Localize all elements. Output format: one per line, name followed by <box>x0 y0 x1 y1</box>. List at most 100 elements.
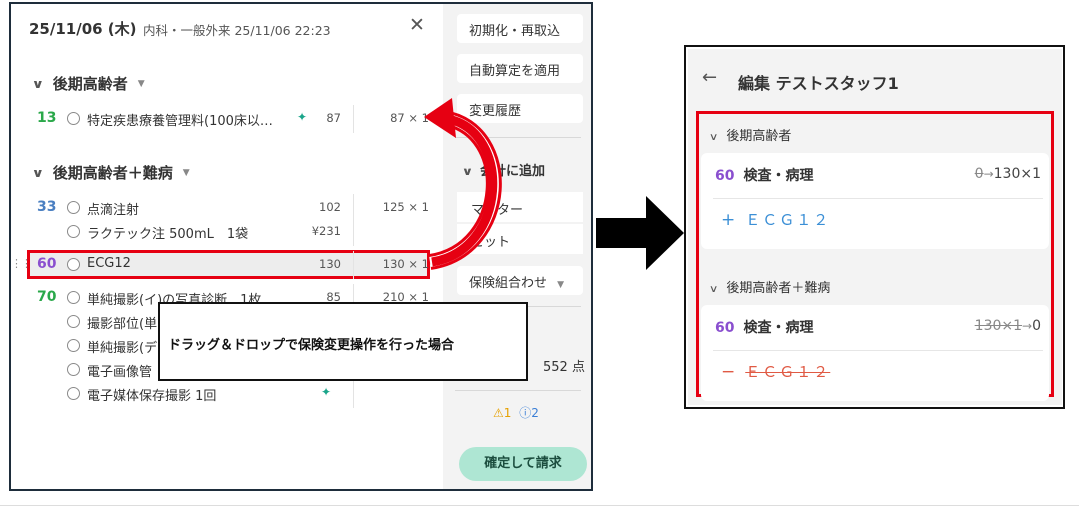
change-card: 60 検査・病理 0→130×1 + ＥＣＧ１２ <box>701 153 1049 249</box>
chevron-down-icon: ∨ <box>461 165 474 178</box>
alert-counts[interactable]: ⚠1 ⓘ2 <box>493 404 539 421</box>
column-divider <box>353 251 354 279</box>
info-icon: ⓘ <box>519 406 532 420</box>
row-radio[interactable] <box>67 315 80 328</box>
back-arrow-icon[interactable]: ← <box>702 67 717 88</box>
chevron-down-icon: ∨ <box>708 284 719 295</box>
warning-icon: ⚠ <box>493 406 504 420</box>
row-name: 電子媒体保存撮影 1回 <box>87 389 217 404</box>
old-value: 130×1 <box>974 318 1023 334</box>
caret-down-icon[interactable]: ▼ <box>183 168 190 178</box>
plus-icon: + <box>721 210 738 230</box>
item-number: 60 <box>715 168 735 184</box>
table-row-dragged[interactable]: 60 ECG12 130 130 × 1 <box>29 251 435 279</box>
item-name: 検査・病理 <box>743 168 814 184</box>
row-name: 撮影部位(単 <box>87 317 158 332</box>
change-card: 60 検査・病理 130×1→0 − ＥＣＧ１２ <box>701 305 1049 401</box>
chevron-down-icon: ∨ <box>31 76 45 91</box>
row-name: 単純撮影(デ <box>87 341 158 356</box>
sidebar-divider <box>455 137 581 138</box>
edit-title: 編集 テストスタッフ1 <box>738 74 899 93</box>
apply-auto-calc-button[interactable]: 自動算定を適用 <box>457 54 583 83</box>
table-row[interactable]: ラクテック注 500mL 1袋 ¥231 <box>29 218 435 246</box>
group-label: 後期高齢者 <box>52 75 128 93</box>
item-number: 60 <box>715 320 735 336</box>
group-header[interactable]: ∨ 後期高齢者＋難病 ▼ <box>31 162 190 183</box>
column-divider <box>353 105 354 133</box>
row-points: 130 <box>319 257 341 271</box>
row-radio[interactable] <box>67 339 80 352</box>
table-row[interactable]: 13 特定疾患療養管理料(100床以… ✦ 87 87 × 1 <box>29 105 435 133</box>
row-radio[interactable] <box>67 201 80 214</box>
change-item: 60 検査・病理 <box>715 165 813 185</box>
arrow-right-icon: → <box>983 167 994 181</box>
reset-reload-button[interactable]: 初期化・再取込 <box>457 14 583 43</box>
row-radio[interactable] <box>67 112 80 125</box>
change-group-header[interactable]: ∨ 後期高齢者 <box>709 125 792 144</box>
row-quantity: 130 × 1 <box>382 257 429 271</box>
added-item: + ＥＣＧ１２ <box>721 209 830 230</box>
change-history-button[interactable]: 変更履歴 <box>457 94 583 123</box>
row-radio[interactable] <box>67 363 80 376</box>
row-points: 102 <box>319 200 341 214</box>
confirm-and-bill-button[interactable]: 確定して請求 <box>459 447 587 481</box>
close-icon[interactable]: ✕ <box>409 14 425 36</box>
section-label: 会計に追加 <box>479 164 545 179</box>
master-item[interactable]: マスター <box>457 192 583 222</box>
row-name: 点滴注射 <box>87 203 140 218</box>
row-name: ECG12 <box>87 256 131 271</box>
row-name: ラクテック注 500mL 1袋 <box>87 227 249 242</box>
removed-item: − ＥＣＧ１２ <box>721 361 830 382</box>
old-value: 0 <box>974 166 984 182</box>
right-arrow-icon <box>596 196 684 270</box>
row-number: 60 <box>37 256 57 272</box>
row-number: 13 <box>37 110 57 126</box>
change-group-header[interactable]: ∨ 後期高齢者＋難病 <box>708 277 831 296</box>
row-quantity: 87 × 1 <box>390 111 429 125</box>
table-row[interactable]: 電子媒体保存撮影 1回 ✦ <box>29 380 435 408</box>
card-divider <box>713 198 1043 199</box>
drag-handle-icon[interactable]: ⋮⋮ <box>11 257 32 270</box>
group-label: 後期高齢者＋難病 <box>52 164 173 182</box>
row-price: ¥231 <box>311 224 341 238</box>
card-divider <box>713 350 1043 351</box>
edit-history-panel: ← 編集 テストスタッフ1 ∨ 後期高齢者 60 検査・病理 0→130×1 + ＥＣ… <box>684 45 1065 409</box>
edit-history-inner: ← 編集 テストスタッフ1 ∨ 後期高齢者 60 検査・病理 0→130×1 + ＥＣ… <box>688 49 1062 405</box>
change-value: 0→130×1 <box>975 166 1041 182</box>
warning-count: 1 <box>503 406 512 420</box>
sidebar-divider <box>455 390 581 391</box>
row-radio[interactable] <box>67 225 80 238</box>
row-points: 87 <box>326 111 341 125</box>
group-header[interactable]: ∨ 後期高齢者 ▼ <box>31 73 145 94</box>
new-value: 0 <box>1032 318 1041 334</box>
row-quantity: 125 × 1 <box>382 200 429 214</box>
group-label: 後期高齢者 <box>726 129 792 144</box>
column-divider <box>353 218 354 246</box>
insurance-combo-label: 保険組合わせ <box>469 276 548 291</box>
group-label: 後期高齢者＋難病 <box>726 281 831 296</box>
column-divider <box>353 380 354 408</box>
change-item: 60 検査・病理 <box>715 317 813 337</box>
row-number: 70 <box>37 289 57 305</box>
add-to-accounting-section[interactable]: ∨ 会計に追加 <box>461 160 545 179</box>
chevron-down-icon: ∨ <box>31 165 45 180</box>
info-count: 2 <box>531 406 539 420</box>
row-radio[interactable] <box>67 291 80 304</box>
visit-date: 25/11/06 (木) <box>29 20 137 38</box>
row-radio[interactable] <box>67 387 80 400</box>
left-screenshot-panel: 25/11/06 (木) 内科・一般外来 25/11/06 22:23 ✕ ∨ … <box>9 2 593 491</box>
added-item-label: ＥＣＧ１２ <box>745 211 831 229</box>
caret-down-icon[interactable]: ▼ <box>138 79 145 89</box>
set-item[interactable]: セット <box>457 224 583 254</box>
accounting-main-area: 25/11/06 (木) 内科・一般外来 25/11/06 22:23 ✕ ∨ … <box>11 4 443 489</box>
row-number: 33 <box>37 199 57 215</box>
row-name: 特定疾患療養管理料(100床以… <box>87 114 273 129</box>
row-radio[interactable] <box>67 258 80 271</box>
accounting-sidebar: 初期化・再取込 自動算定を適用 変更履歴 ∨ 会計に追加 マスター セット 保険組… <box>443 4 591 489</box>
caret-down-icon: ▼ <box>557 280 565 290</box>
insurance-combo-select[interactable]: 保険組合わせ ▼ <box>457 266 583 295</box>
total-points: 552 点 <box>543 360 585 375</box>
item-name: 検査・病理 <box>743 320 814 336</box>
change-value: 130×1→0 <box>975 318 1041 334</box>
table-row[interactable]: 33 点滴注射 102 125 × 1 <box>29 194 435 222</box>
